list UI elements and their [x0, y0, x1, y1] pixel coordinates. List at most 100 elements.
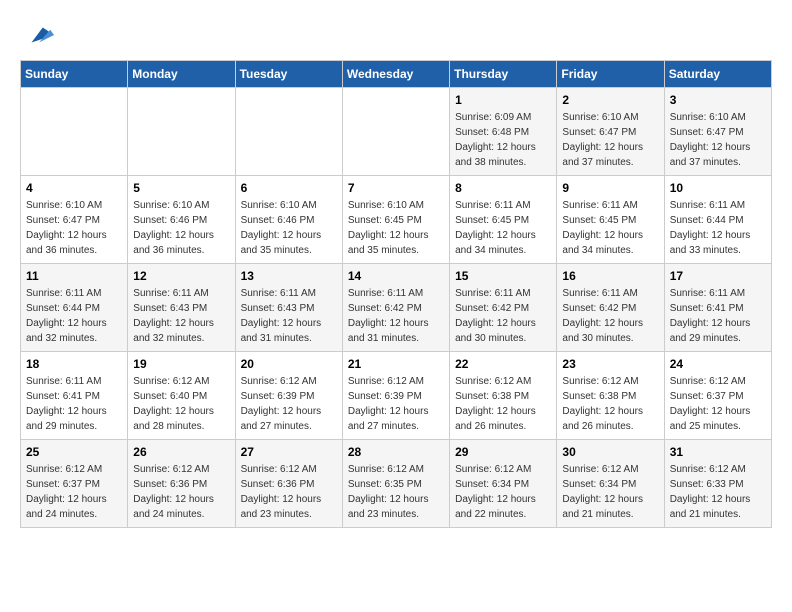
calendar-cell [128, 88, 235, 176]
calendar-cell: 9 Sunrise: 6:11 AMSunset: 6:45 PMDayligh… [557, 176, 664, 264]
day-number: 16 [562, 269, 658, 283]
day-number: 30 [562, 445, 658, 459]
day-info: Sunrise: 6:11 AMSunset: 6:41 PMDaylight:… [26, 374, 122, 434]
calendar-cell: 22 Sunrise: 6:12 AMSunset: 6:38 PMDaylig… [450, 352, 557, 440]
day-info: Sunrise: 6:11 AMSunset: 6:43 PMDaylight:… [133, 286, 229, 346]
day-info: Sunrise: 6:10 AMSunset: 6:47 PMDaylight:… [562, 110, 658, 170]
day-info: Sunrise: 6:11 AMSunset: 6:45 PMDaylight:… [562, 198, 658, 258]
day-number: 10 [670, 181, 766, 195]
day-number: 2 [562, 93, 658, 107]
calendar-cell: 8 Sunrise: 6:11 AMSunset: 6:45 PMDayligh… [450, 176, 557, 264]
day-number: 15 [455, 269, 551, 283]
day-info: Sunrise: 6:12 AMSunset: 6:34 PMDaylight:… [455, 462, 551, 522]
day-info: Sunrise: 6:11 AMSunset: 6:45 PMDaylight:… [455, 198, 551, 258]
day-number: 9 [562, 181, 658, 195]
calendar-cell: 4 Sunrise: 6:10 AMSunset: 6:47 PMDayligh… [21, 176, 128, 264]
day-info: Sunrise: 6:12 AMSunset: 6:36 PMDaylight:… [133, 462, 229, 522]
calendar-week-row: 4 Sunrise: 6:10 AMSunset: 6:47 PMDayligh… [21, 176, 772, 264]
day-number: 19 [133, 357, 229, 371]
day-info: Sunrise: 6:11 AMSunset: 6:44 PMDaylight:… [26, 286, 122, 346]
day-number: 1 [455, 93, 551, 107]
day-info: Sunrise: 6:12 AMSunset: 6:39 PMDaylight:… [348, 374, 444, 434]
day-number: 28 [348, 445, 444, 459]
day-number: 5 [133, 181, 229, 195]
day-number: 6 [241, 181, 337, 195]
day-header-wednesday: Wednesday [342, 61, 449, 88]
day-info: Sunrise: 6:11 AMSunset: 6:44 PMDaylight:… [670, 198, 766, 258]
day-info: Sunrise: 6:12 AMSunset: 6:33 PMDaylight:… [670, 462, 766, 522]
day-info: Sunrise: 6:12 AMSunset: 6:38 PMDaylight:… [562, 374, 658, 434]
calendar-cell: 10 Sunrise: 6:11 AMSunset: 6:44 PMDaylig… [664, 176, 771, 264]
calendar-cell: 1 Sunrise: 6:09 AMSunset: 6:48 PMDayligh… [450, 88, 557, 176]
logo-icon [24, 20, 54, 50]
calendar-cell: 20 Sunrise: 6:12 AMSunset: 6:39 PMDaylig… [235, 352, 342, 440]
day-header-tuesday: Tuesday [235, 61, 342, 88]
day-info: Sunrise: 6:10 AMSunset: 6:46 PMDaylight:… [133, 198, 229, 258]
calendar-table: SundayMondayTuesdayWednesdayThursdayFrid… [20, 60, 772, 528]
day-info: Sunrise: 6:10 AMSunset: 6:47 PMDaylight:… [26, 198, 122, 258]
day-number: 22 [455, 357, 551, 371]
calendar-cell [235, 88, 342, 176]
logo [20, 20, 54, 50]
calendar-cell: 28 Sunrise: 6:12 AMSunset: 6:35 PMDaylig… [342, 440, 449, 528]
calendar-cell: 11 Sunrise: 6:11 AMSunset: 6:44 PMDaylig… [21, 264, 128, 352]
calendar-cell: 6 Sunrise: 6:10 AMSunset: 6:46 PMDayligh… [235, 176, 342, 264]
day-info: Sunrise: 6:11 AMSunset: 6:42 PMDaylight:… [562, 286, 658, 346]
calendar-cell: 13 Sunrise: 6:11 AMSunset: 6:43 PMDaylig… [235, 264, 342, 352]
day-header-monday: Monday [128, 61, 235, 88]
calendar-header-row: SundayMondayTuesdayWednesdayThursdayFrid… [21, 61, 772, 88]
calendar-cell: 3 Sunrise: 6:10 AMSunset: 6:47 PMDayligh… [664, 88, 771, 176]
calendar-week-row: 1 Sunrise: 6:09 AMSunset: 6:48 PMDayligh… [21, 88, 772, 176]
calendar-week-row: 18 Sunrise: 6:11 AMSunset: 6:41 PMDaylig… [21, 352, 772, 440]
calendar-cell: 29 Sunrise: 6:12 AMSunset: 6:34 PMDaylig… [450, 440, 557, 528]
calendar-cell: 18 Sunrise: 6:11 AMSunset: 6:41 PMDaylig… [21, 352, 128, 440]
calendar-cell: 7 Sunrise: 6:10 AMSunset: 6:45 PMDayligh… [342, 176, 449, 264]
calendar-cell: 24 Sunrise: 6:12 AMSunset: 6:37 PMDaylig… [664, 352, 771, 440]
day-number: 11 [26, 269, 122, 283]
day-info: Sunrise: 6:10 AMSunset: 6:45 PMDaylight:… [348, 198, 444, 258]
day-info: Sunrise: 6:11 AMSunset: 6:41 PMDaylight:… [670, 286, 766, 346]
calendar-cell: 31 Sunrise: 6:12 AMSunset: 6:33 PMDaylig… [664, 440, 771, 528]
calendar-cell: 30 Sunrise: 6:12 AMSunset: 6:34 PMDaylig… [557, 440, 664, 528]
calendar-cell: 23 Sunrise: 6:12 AMSunset: 6:38 PMDaylig… [557, 352, 664, 440]
day-number: 20 [241, 357, 337, 371]
day-info: Sunrise: 6:12 AMSunset: 6:35 PMDaylight:… [348, 462, 444, 522]
page-header [20, 20, 772, 50]
day-number: 18 [26, 357, 122, 371]
day-info: Sunrise: 6:12 AMSunset: 6:37 PMDaylight:… [26, 462, 122, 522]
day-info: Sunrise: 6:12 AMSunset: 6:38 PMDaylight:… [455, 374, 551, 434]
day-info: Sunrise: 6:10 AMSunset: 6:46 PMDaylight:… [241, 198, 337, 258]
calendar-cell: 17 Sunrise: 6:11 AMSunset: 6:41 PMDaylig… [664, 264, 771, 352]
day-number: 31 [670, 445, 766, 459]
day-number: 3 [670, 93, 766, 107]
calendar-week-row: 25 Sunrise: 6:12 AMSunset: 6:37 PMDaylig… [21, 440, 772, 528]
day-header-friday: Friday [557, 61, 664, 88]
day-header-saturday: Saturday [664, 61, 771, 88]
calendar-cell: 16 Sunrise: 6:11 AMSunset: 6:42 PMDaylig… [557, 264, 664, 352]
day-number: 27 [241, 445, 337, 459]
day-info: Sunrise: 6:12 AMSunset: 6:39 PMDaylight:… [241, 374, 337, 434]
calendar-cell: 26 Sunrise: 6:12 AMSunset: 6:36 PMDaylig… [128, 440, 235, 528]
day-number: 12 [133, 269, 229, 283]
day-info: Sunrise: 6:11 AMSunset: 6:43 PMDaylight:… [241, 286, 337, 346]
calendar-cell: 12 Sunrise: 6:11 AMSunset: 6:43 PMDaylig… [128, 264, 235, 352]
day-info: Sunrise: 6:11 AMSunset: 6:42 PMDaylight:… [455, 286, 551, 346]
day-number: 8 [455, 181, 551, 195]
day-number: 26 [133, 445, 229, 459]
day-info: Sunrise: 6:12 AMSunset: 6:36 PMDaylight:… [241, 462, 337, 522]
calendar-cell: 27 Sunrise: 6:12 AMSunset: 6:36 PMDaylig… [235, 440, 342, 528]
calendar-cell [342, 88, 449, 176]
calendar-cell: 19 Sunrise: 6:12 AMSunset: 6:40 PMDaylig… [128, 352, 235, 440]
calendar-cell: 5 Sunrise: 6:10 AMSunset: 6:46 PMDayligh… [128, 176, 235, 264]
day-number: 29 [455, 445, 551, 459]
calendar-cell: 25 Sunrise: 6:12 AMSunset: 6:37 PMDaylig… [21, 440, 128, 528]
calendar-cell: 21 Sunrise: 6:12 AMSunset: 6:39 PMDaylig… [342, 352, 449, 440]
calendar-cell: 14 Sunrise: 6:11 AMSunset: 6:42 PMDaylig… [342, 264, 449, 352]
day-number: 23 [562, 357, 658, 371]
day-info: Sunrise: 6:12 AMSunset: 6:40 PMDaylight:… [133, 374, 229, 434]
day-header-thursday: Thursday [450, 61, 557, 88]
day-info: Sunrise: 6:12 AMSunset: 6:34 PMDaylight:… [562, 462, 658, 522]
day-number: 17 [670, 269, 766, 283]
calendar-cell: 2 Sunrise: 6:10 AMSunset: 6:47 PMDayligh… [557, 88, 664, 176]
calendar-cell: 15 Sunrise: 6:11 AMSunset: 6:42 PMDaylig… [450, 264, 557, 352]
